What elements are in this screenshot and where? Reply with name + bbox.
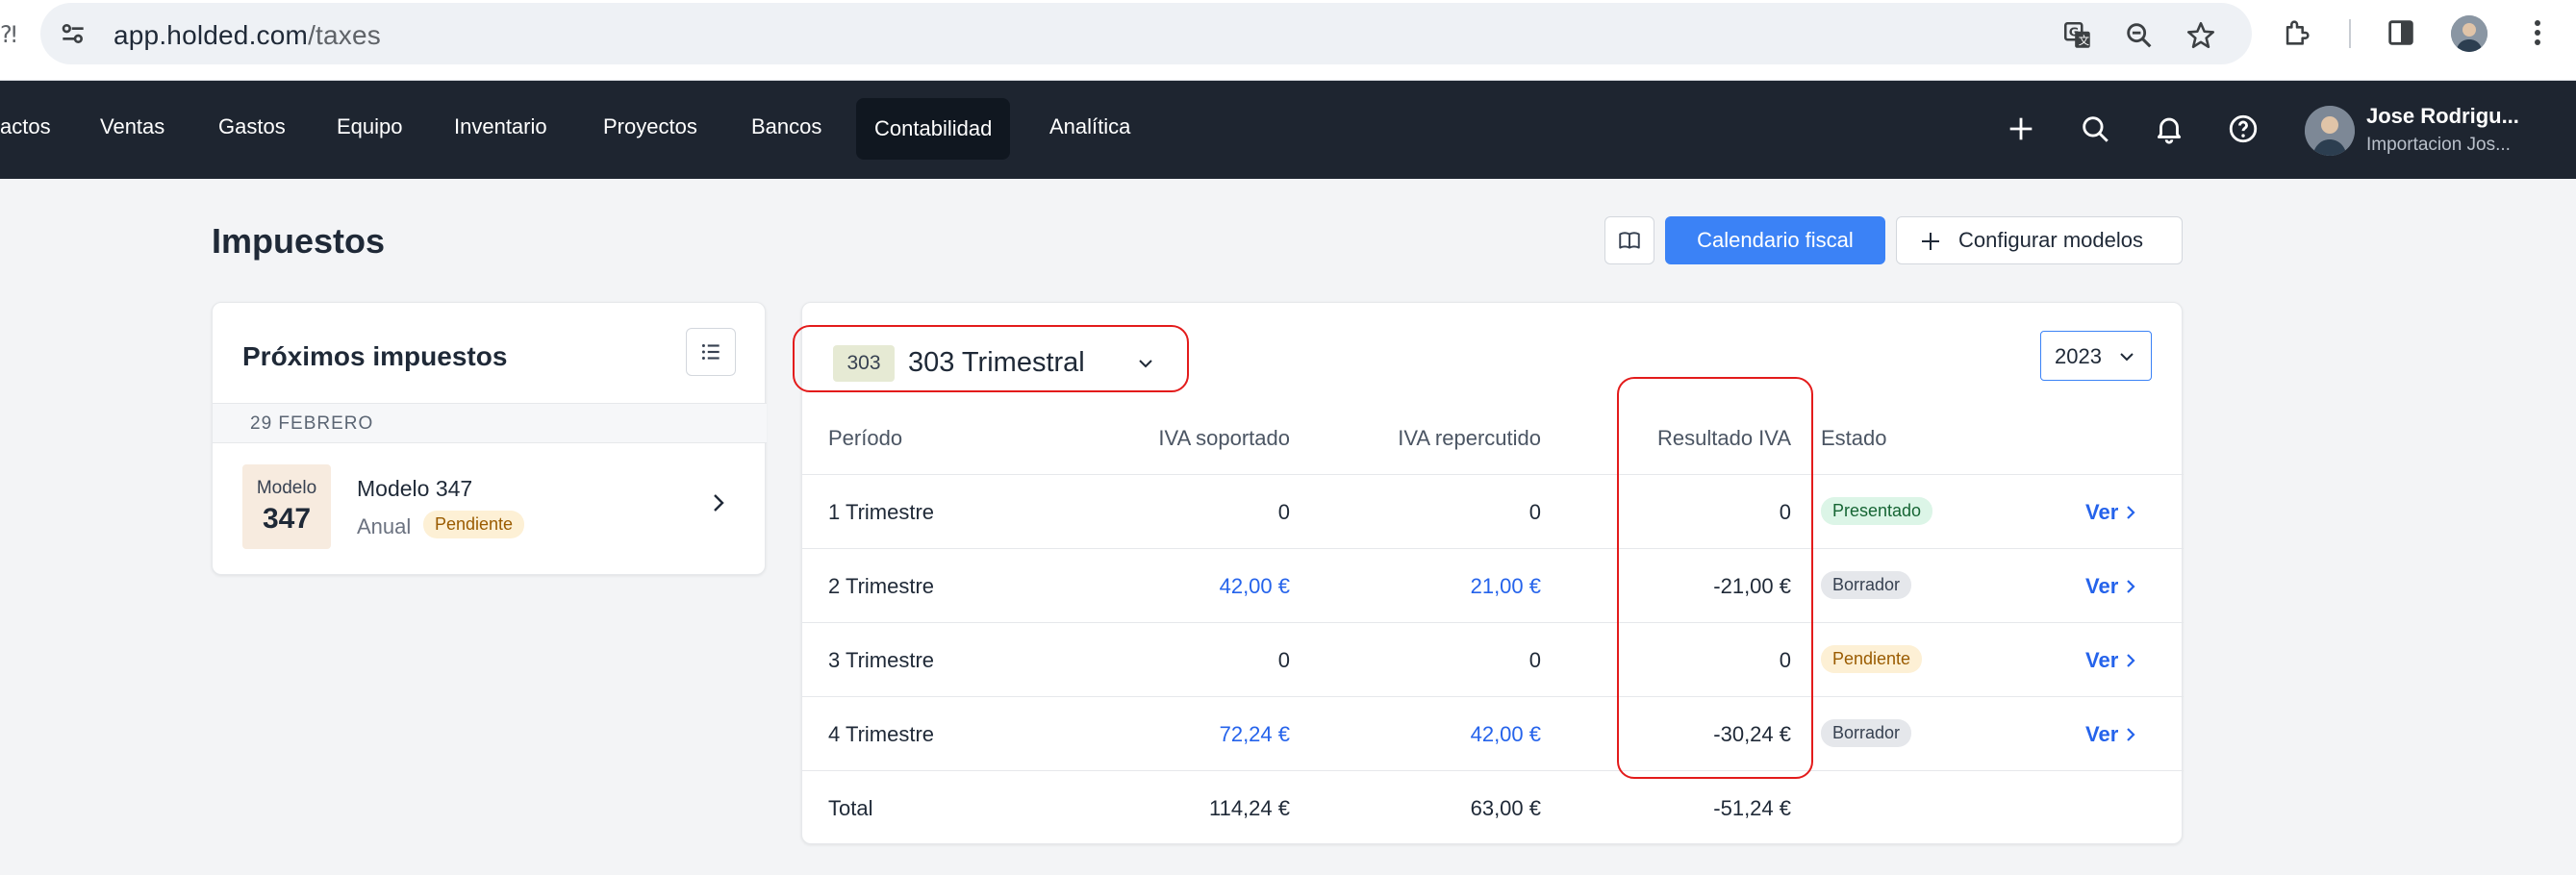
total-label: Total	[828, 796, 873, 820]
url-path: /taxes	[308, 20, 381, 50]
bookmark-star-icon[interactable]	[2182, 16, 2220, 55]
upcoming-taxes-title: Próximos impuestos	[242, 341, 508, 371]
row-divider	[802, 622, 2184, 623]
user-name[interactable]: Jose Rodrigu...	[2366, 104, 2519, 129]
guide-button[interactable]	[1604, 216, 1654, 264]
row-divider	[802, 696, 2184, 697]
nav-ventas[interactable]: Ventas	[100, 114, 164, 139]
model-frequency: Anual	[357, 514, 412, 538]
view-link[interactable]: Ver	[2085, 574, 2137, 599]
cell-repercutido: 0	[1528, 500, 1541, 524]
search-icon[interactable]	[2076, 110, 2114, 148]
view-link-label: Ver	[2085, 574, 2119, 598]
model-box-number: 347	[262, 503, 312, 535]
date-group-header: 29 FEBRERO	[213, 403, 767, 443]
view-link[interactable]: Ver	[2085, 500, 2137, 525]
cell-period: 1 Trimestre	[828, 500, 935, 524]
nav-equipo[interactable]: Equipo	[337, 114, 403, 139]
view-link-label: Ver	[2085, 722, 2119, 746]
nav-inventario[interactable]: Inventario	[454, 114, 547, 139]
address-bar[interactable]: app.holded.com/taxes G文	[40, 3, 2252, 64]
col-header-soportado: IVA soportado	[1158, 426, 1290, 450]
chevron-right-icon	[2127, 654, 2135, 667]
status-badge: Pendiente	[423, 511, 525, 538]
status-badge: Presentado	[1821, 497, 1933, 525]
plus-icon	[1922, 233, 1939, 250]
url-text[interactable]: app.holded.com/taxes	[114, 20, 381, 51]
nav-gastos[interactable]: Gastos	[218, 114, 286, 139]
year-selector[interactable]: 2023	[2040, 331, 2152, 381]
browser-toolbar: ⁈ app.holded.com/taxes G文	[0, 0, 2576, 81]
status-badge: Pendiente	[1821, 645, 1923, 673]
help-icon[interactable]	[2224, 110, 2262, 148]
user-company[interactable]: Importacion Jos...	[2366, 135, 2511, 156]
view-link[interactable]: Ver	[2085, 722, 2137, 747]
url-domain: app.holded.com	[114, 20, 309, 50]
row-divider	[802, 770, 2184, 771]
cell-period: 4 Trimestre	[828, 722, 935, 746]
app-navbar: actos Ventas Gastos Equipo Inventario Pr…	[0, 81, 2576, 179]
view-link-label: Ver	[2085, 648, 2119, 672]
cell-period: 2 Trimestre	[828, 574, 935, 598]
cell-repercutido: 0	[1528, 648, 1541, 672]
cell-repercutido[interactable]: 42,00 €	[1471, 722, 1541, 747]
year-label: 2023	[2055, 344, 2102, 368]
total-resultado: -51,24 €	[1713, 796, 1791, 820]
annotation-highlight-model	[793, 325, 1189, 392]
status-badge: Borrador	[1821, 719, 1912, 747]
chevron-right-icon	[2127, 506, 2135, 519]
upcoming-taxes-card: Próximos impuestos 29 FEBRERO Modelo 347…	[212, 302, 767, 575]
view-link[interactable]: Ver	[2085, 648, 2137, 673]
annotation-highlight-result-column	[1617, 377, 1813, 779]
nav-contactos[interactable]: actos	[0, 114, 51, 139]
translate-icon[interactable]: G文	[2058, 16, 2097, 55]
date-label: 29 FEBRERO	[250, 413, 374, 434]
cell-repercutido[interactable]: 21,00 €	[1471, 574, 1541, 599]
calendar-button[interactable]: Calendario fiscal	[1665, 216, 1885, 264]
bell-icon[interactable]	[2150, 110, 2188, 148]
configure-models-label: Configurar modelos	[1958, 228, 2143, 252]
cell-period: 3 Trimestre	[828, 648, 935, 672]
nav-analitica[interactable]: Analítica	[1049, 114, 1130, 139]
row-divider	[802, 474, 2184, 475]
page-title: Impuestos	[212, 221, 386, 261]
list-view-button[interactable]	[686, 328, 736, 376]
toolbar-divider	[2349, 19, 2351, 48]
cell-soportado: 0	[1277, 648, 1290, 672]
more-menu-icon[interactable]	[2528, 13, 2547, 52]
chevron-right-icon	[2127, 580, 2135, 593]
model-name: Modelo 347	[357, 476, 473, 501]
chevron-down-icon	[2120, 353, 2134, 362]
svg-text:文: 文	[2079, 34, 2089, 47]
col-header-estado: Estado	[1821, 426, 1887, 450]
model-box-label: Modelo	[256, 478, 317, 498]
model-badge-box: Modelo 347	[242, 464, 331, 549]
nav-bancos[interactable]: Bancos	[751, 114, 821, 139]
nav-contabilidad[interactable]: Contabilidad	[856, 98, 1011, 160]
cell-soportado: 0	[1277, 500, 1290, 524]
status-badge: Borrador	[1821, 571, 1912, 599]
chevron-right-icon[interactable]	[707, 489, 730, 516]
total-repercutido: 63,00 €	[1470, 796, 1541, 820]
nav-proyectos[interactable]: Proyectos	[603, 114, 697, 139]
cell-soportado[interactable]: 42,00 €	[1220, 574, 1290, 599]
user-avatar[interactable]	[2305, 106, 2355, 156]
row-divider	[802, 548, 2184, 549]
add-icon[interactable]	[2002, 110, 2040, 148]
book-icon	[1619, 232, 1640, 249]
zoom-icon[interactable]	[2120, 16, 2159, 55]
side-panel-icon[interactable]	[2382, 13, 2420, 52]
chevron-right-icon	[2127, 728, 2135, 741]
edge-glyph: ⁈	[0, 22, 17, 48]
view-link-label: Ver	[2085, 500, 2119, 524]
cell-soportado[interactable]: 72,24 €	[1220, 722, 1290, 747]
list-icon	[701, 343, 720, 361]
col-header-repercutido: IVA repercutido	[1398, 426, 1541, 450]
site-settings-icon[interactable]	[58, 18, 88, 49]
total-soportado: 114,24 €	[1208, 796, 1290, 820]
configure-models-button[interactable]: Configurar modelos	[1896, 216, 2183, 264]
profile-avatar[interactable]	[2451, 15, 2488, 52]
extensions-icon[interactable]	[2278, 13, 2316, 52]
col-header-period: Período	[828, 426, 903, 450]
